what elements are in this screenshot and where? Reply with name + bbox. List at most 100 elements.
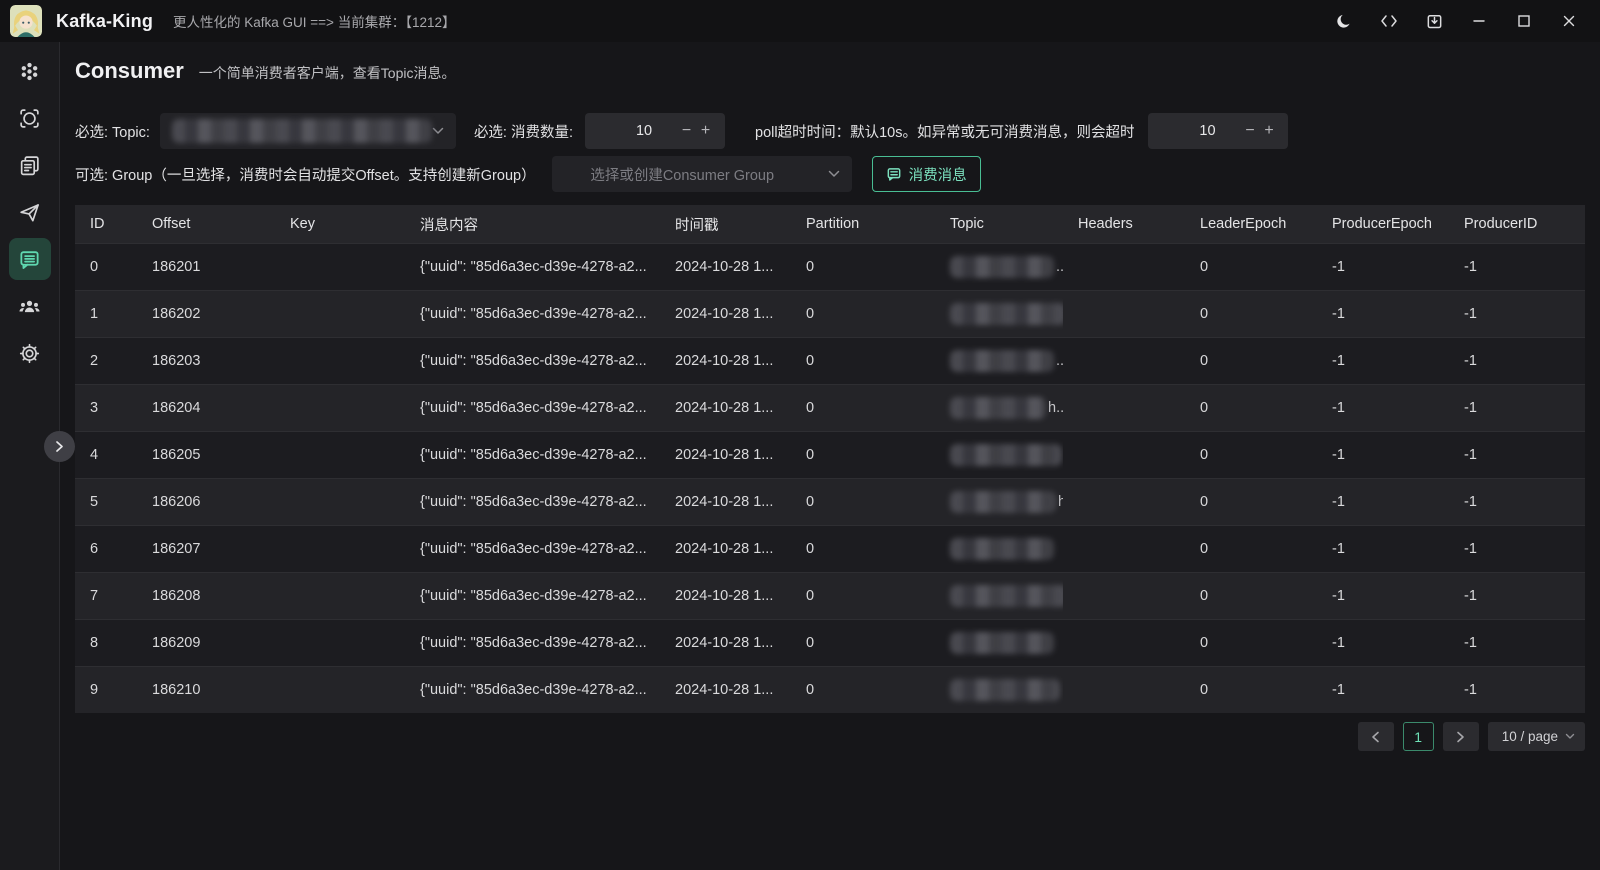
table-cell: {"uuid": "85d6a3ec-d39e-4278-a2... — [405, 291, 660, 338]
table-cell: 6 — [75, 526, 137, 573]
table-row[interactable]: 1186202{"uuid": "85d6a3ec-d39e-4278-a2..… — [75, 291, 1585, 338]
sidebar-item-cluster[interactable] — [9, 50, 51, 92]
topic-cell: .. — [935, 667, 1063, 714]
gear-icon — [18, 342, 41, 365]
sidebar-item-consumer-groups[interactable] — [9, 285, 51, 327]
table-cell: 0 — [791, 667, 935, 714]
install-icon[interactable] — [1419, 6, 1449, 36]
redacted-topic-name — [950, 397, 1046, 419]
table-cell: -1 — [1449, 432, 1585, 479]
topic-suffix: h... — [1058, 494, 1063, 510]
table-cell — [1063, 432, 1185, 479]
table-cell — [275, 573, 405, 620]
table-cell: 1 — [75, 291, 137, 338]
count-value[interactable]: 10 — [585, 123, 677, 139]
table-cell: {"uuid": "85d6a3ec-d39e-4278-a2... — [405, 667, 660, 714]
table-cell: 186208 — [137, 573, 275, 620]
table-cell: 0 — [1185, 667, 1317, 714]
sidebar-item-settings[interactable] — [9, 332, 51, 374]
count-increment-button[interactable]: + — [696, 122, 715, 140]
consumer-form-row-2: 可选: Group（一旦选择，消费时会自动提交Offset。支持创建新Group… — [75, 156, 981, 192]
table-cell: 0 — [1185, 432, 1317, 479]
sidebar-item-consumer[interactable] — [9, 238, 51, 280]
table-row[interactable]: 5186206{"uuid": "85d6a3ec-d39e-4278-a2..… — [75, 479, 1585, 526]
poll-timeout-label: poll超时时间：默认10s。如异常或无可消费消息，则会超时 — [755, 121, 1134, 142]
table-cell — [1063, 573, 1185, 620]
table-cell: 186204 — [137, 385, 275, 432]
table-row[interactable]: 6186207{"uuid": "85d6a3ec-d39e-4278-a2..… — [75, 526, 1585, 573]
count-decrement-button[interactable]: − — [677, 122, 696, 140]
page-title: Consumer — [75, 58, 184, 84]
table-cell: {"uuid": "85d6a3ec-d39e-4278-a2... — [405, 385, 660, 432]
table-cell: 0 — [791, 432, 935, 479]
redacted-topic-value — [172, 119, 432, 143]
table-cell: 0 — [1185, 385, 1317, 432]
table-cell: 0 — [791, 291, 935, 338]
column-header: Partition — [791, 205, 935, 244]
code-icon[interactable] — [1374, 6, 1404, 36]
table-cell: 2024-10-28 1... — [660, 291, 791, 338]
theme-moon-icon[interactable] — [1329, 6, 1359, 36]
sidebar-item-topics[interactable] — [9, 144, 51, 186]
previous-page-button[interactable] — [1358, 722, 1394, 751]
table-row[interactable]: 4186205{"uuid": "85d6a3ec-d39e-4278-a2..… — [75, 432, 1585, 479]
table-cell — [1063, 479, 1185, 526]
chevron-down-icon — [828, 170, 840, 178]
table-row[interactable]: 8186209{"uuid": "85d6a3ec-d39e-4278-a2..… — [75, 620, 1585, 667]
minimize-icon[interactable] — [1464, 6, 1494, 36]
table-cell — [275, 291, 405, 338]
table-cell: {"uuid": "85d6a3ec-d39e-4278-a2... — [405, 526, 660, 573]
topic-suffix: h... — [1048, 400, 1063, 416]
table-cell — [275, 620, 405, 667]
consume-messages-button[interactable]: 消费消息 — [872, 156, 981, 192]
table-cell: 4 — [75, 432, 137, 479]
column-header: 时间戳 — [660, 205, 791, 244]
table-cell: 186209 — [137, 620, 275, 667]
table-cell: -1 — [1317, 338, 1449, 385]
table-row[interactable]: 7186208{"uuid": "85d6a3ec-d39e-4278-a2..… — [75, 573, 1585, 620]
column-header: ID — [75, 205, 137, 244]
poll-decrement-button[interactable]: − — [1240, 122, 1259, 140]
table-cell: 0 — [791, 573, 935, 620]
poll-timeout-stepper[interactable]: 10 − + — [1148, 113, 1288, 149]
table-cell — [275, 432, 405, 479]
table-cell: 2024-10-28 1... — [660, 385, 791, 432]
table-row[interactable]: 0186201{"uuid": "85d6a3ec-d39e-4278-a2..… — [75, 244, 1585, 291]
topic-label: 必选: Topic: — [75, 121, 150, 142]
table-row[interactable]: 2186203{"uuid": "85d6a3ec-d39e-4278-a2..… — [75, 338, 1585, 385]
consumer-group-select[interactable]: 选择或创建Consumer Group — [552, 156, 852, 192]
table-cell — [275, 385, 405, 432]
page-number-current[interactable]: 1 — [1403, 722, 1434, 751]
table-cell: 2024-10-28 1... — [660, 432, 791, 479]
table-cell: -1 — [1449, 573, 1585, 620]
table-cell: 0 — [791, 526, 935, 573]
count-stepper[interactable]: 10 − + — [585, 113, 725, 149]
sidebar-item-producer[interactable] — [9, 191, 51, 233]
table-cell: 2024-10-28 1... — [660, 479, 791, 526]
close-icon[interactable] — [1554, 6, 1584, 36]
table-cell: -1 — [1449, 620, 1585, 667]
table-row[interactable]: 9186210{"uuid": "85d6a3ec-d39e-4278-a2..… — [75, 667, 1585, 714]
table-row[interactable]: 3186204{"uuid": "85d6a3ec-d39e-4278-a2..… — [75, 385, 1585, 432]
topic-cell: . — [935, 573, 1063, 620]
page-size-select[interactable]: 10 / page — [1488, 722, 1585, 751]
topic-cell: .. — [935, 432, 1063, 479]
page-size-label: 10 / page — [1502, 729, 1558, 744]
sidebar-item-monitor[interactable] — [9, 97, 51, 139]
table-cell: 0 — [75, 244, 137, 291]
table-cell: 186210 — [137, 667, 275, 714]
table-cell: -1 — [1317, 291, 1449, 338]
topic-select[interactable] — [160, 113, 456, 149]
poll-timeout-value[interactable]: 10 — [1148, 123, 1240, 139]
redacted-topic-name — [950, 350, 1054, 372]
table-cell: {"uuid": "85d6a3ec-d39e-4278-a2... — [405, 620, 660, 667]
next-page-button[interactable] — [1443, 722, 1479, 751]
table-body: 0186201{"uuid": "85d6a3ec-d39e-4278-a2..… — [75, 244, 1585, 714]
redacted-topic-name — [950, 444, 1062, 466]
poll-increment-button[interactable]: + — [1259, 122, 1278, 140]
consume-button-label: 消费消息 — [909, 164, 967, 185]
sidebar-expand-handle[interactable] — [44, 431, 75, 462]
table-cell: -1 — [1449, 291, 1585, 338]
table-cell: 0 — [1185, 291, 1317, 338]
maximize-icon[interactable] — [1509, 6, 1539, 36]
